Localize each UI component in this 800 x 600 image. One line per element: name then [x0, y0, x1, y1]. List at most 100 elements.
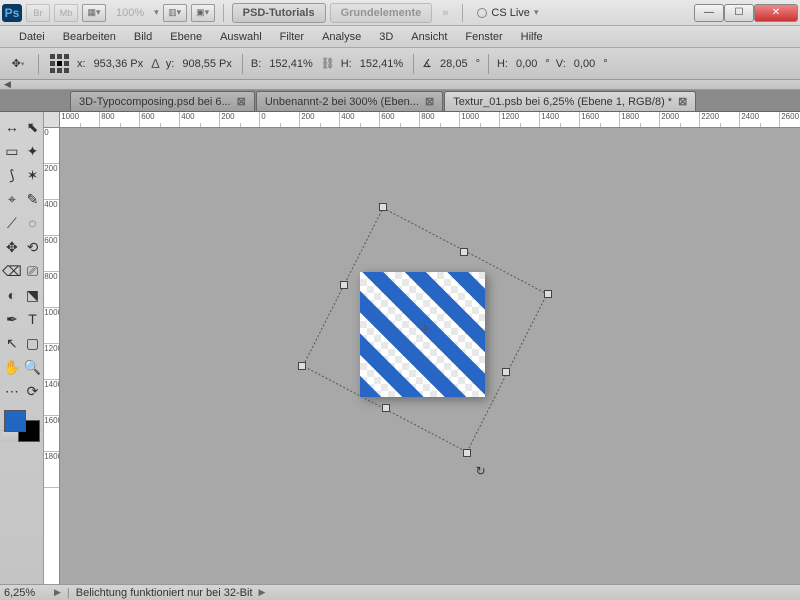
collapse-arrow-icon[interactable]: ◀ [4, 79, 11, 90]
window-close-button[interactable]: ✕ [754, 4, 798, 22]
document-tab[interactable]: Unbenannt-2 bei 300% (Eben...⊠ [256, 91, 443, 111]
ruler-tick: 2600 [780, 112, 800, 127]
separator [38, 54, 39, 74]
ruler-tick: 1400 [540, 112, 580, 127]
menu-analyse[interactable]: Analyse [313, 31, 370, 43]
ruler-tick: 2000 [660, 112, 700, 127]
hand-tool[interactable]: ✋ [2, 356, 22, 378]
menu-datei[interactable]: Datei [10, 31, 54, 43]
reference-point-grid[interactable] [47, 52, 71, 76]
ruler-tick: 400 [340, 112, 380, 127]
skew-h-value[interactable]: 0,00 [514, 58, 539, 70]
bridge-button[interactable]: Br [26, 4, 50, 22]
ruler-tick: 200 [300, 112, 340, 127]
skew-v-value[interactable]: 0,00 [572, 58, 597, 70]
eraser-tool[interactable]: ⌫ [2, 260, 22, 282]
workspace-tab-tutorials[interactable]: PSD-Tutorials [232, 3, 326, 23]
window-maximize-button[interactable]: ☐ [724, 4, 754, 22]
cs-live-button[interactable]: CS Live ▾ [477, 7, 538, 19]
transform-handle[interactable] [460, 248, 468, 256]
w-value[interactable]: 152,41% [267, 58, 314, 70]
menu-auswahl[interactable]: Auswahl [211, 31, 271, 43]
cslive-label: CS Live [491, 7, 530, 19]
close-icon[interactable]: ⊠ [678, 95, 687, 108]
blur-tool[interactable]: ⬔ [24, 284, 41, 306]
minibridge-button[interactable]: Mb [54, 4, 78, 22]
close-icon[interactable]: ⊠ [237, 95, 246, 108]
view-dropdown[interactable]: ▦ ▾ [82, 4, 106, 22]
transform-handle[interactable] [544, 290, 552, 298]
transform-handle[interactable] [463, 449, 471, 457]
document-stage[interactable]: ✛ ↻ [60, 128, 800, 584]
zoom-tool[interactable]: 🔍 [24, 356, 41, 378]
ruler-tick: 2200 [700, 112, 740, 127]
menu-3d[interactable]: 3D [370, 31, 402, 43]
transform-handle[interactable] [379, 203, 387, 211]
brush-tool[interactable]: ◌ [24, 212, 41, 234]
path-select-tool[interactable]: ↖ [2, 332, 22, 354]
ruler-tick: 200 [220, 112, 260, 127]
history-brush-tool[interactable]: ⟲ [24, 236, 41, 258]
quickselect-tool[interactable]: ✶ [24, 164, 41, 186]
dodge-tool[interactable]: ◐ [2, 284, 22, 306]
lasso-tool[interactable]: ⟆ [2, 164, 22, 186]
move-tool[interactable]: ↔ [2, 116, 22, 138]
screenmode-button[interactable]: ▣ ▾ [191, 4, 215, 22]
gradient-tool[interactable]: ⎚ [24, 260, 41, 282]
crop-tool[interactable]: ⌖ [2, 188, 22, 210]
zoom-menu-icon[interactable]: ▶ [54, 587, 61, 598]
ruler-tick: 800 [420, 112, 460, 127]
angle-value[interactable]: 28,05 [438, 58, 470, 70]
selection-tool[interactable]: ⬉ [24, 116, 41, 138]
foreground-color-swatch[interactable] [4, 410, 26, 432]
marquee-tool[interactable]: ▭ [2, 140, 22, 162]
zoom-level-label[interactable]: 100% [110, 7, 150, 19]
skew-h-unit: ° [545, 58, 549, 70]
app-logo: Ps [2, 4, 22, 22]
menu-bild[interactable]: Bild [125, 31, 161, 43]
x-value[interactable]: 953,36 Px [92, 58, 146, 70]
arrange-button[interactable]: ▥ ▾ [163, 4, 187, 22]
transform-handle[interactable] [502, 368, 510, 376]
eyedropper-tool[interactable]: ✎ [24, 188, 41, 210]
wand-tool[interactable]: ✦ [24, 140, 41, 162]
menu-filter[interactable]: Filter [271, 31, 313, 43]
pen-tool[interactable]: ✒ [2, 308, 22, 330]
doctab-label: Textur_01.psb bei 6,25% (Ebene 1, RGB/8)… [453, 96, 672, 108]
menu-ebene[interactable]: Ebene [161, 31, 211, 43]
ruler-horizontal[interactable]: 1000 800 600 400 200 0 200 400 600 800 1… [60, 112, 800, 128]
transform-handle[interactable] [298, 362, 306, 370]
stamp-tool[interactable]: ✥ [2, 236, 22, 258]
workspace-tab-grundelemente[interactable]: Grundelemente [330, 3, 433, 23]
more-workspaces[interactable]: » [436, 7, 454, 19]
rotate-view-tool[interactable]: ⟳ [24, 380, 41, 402]
status-zoom[interactable]: 6,25% [4, 587, 48, 599]
healing-tool[interactable]: ⟋ [2, 212, 22, 234]
type-tool[interactable]: T [24, 308, 41, 330]
color-swatches[interactable] [2, 408, 41, 446]
transform-handle[interactable] [382, 404, 390, 412]
transform-handle[interactable] [340, 281, 348, 289]
delta-icon[interactable]: Δ [151, 56, 160, 71]
menu-hilfe[interactable]: Hilfe [512, 31, 552, 43]
document-tab-active[interactable]: Textur_01.psb bei 6,25% (Ebene 1, RGB/8)… [444, 91, 696, 111]
menu-ansicht[interactable]: Ansicht [402, 31, 456, 43]
cslive-icon [477, 8, 487, 18]
y-value[interactable]: 908,55 Px [180, 58, 234, 70]
document-tab[interactable]: 3D-Typocomposing.psd bei 6...⊠ [70, 91, 255, 111]
shape-tool[interactable]: ▢ [24, 332, 41, 354]
transform-tool-icon[interactable]: ✥▾ [6, 52, 30, 76]
skew-h-label: H: [497, 58, 508, 70]
status-menu-icon[interactable]: ▶ [259, 587, 266, 598]
link-icon[interactable]: ⛓ [321, 57, 335, 70]
layer-content[interactable] [360, 272, 485, 397]
angle-unit: ° [476, 58, 480, 70]
window-minimize-button[interactable]: — [694, 4, 724, 22]
menu-bearbeiten[interactable]: Bearbeiten [54, 31, 125, 43]
menu-fenster[interactable]: Fenster [456, 31, 511, 43]
3d-tool[interactable]: ⋯ [2, 380, 22, 402]
h-value[interactable]: 152,41% [358, 58, 405, 70]
close-icon[interactable]: ⊠ [425, 95, 434, 108]
ruler-vertical[interactable]: 0 200 400 600 800 1000 1200 1400 1600 18… [44, 128, 60, 584]
ruler-corner[interactable] [44, 112, 60, 128]
